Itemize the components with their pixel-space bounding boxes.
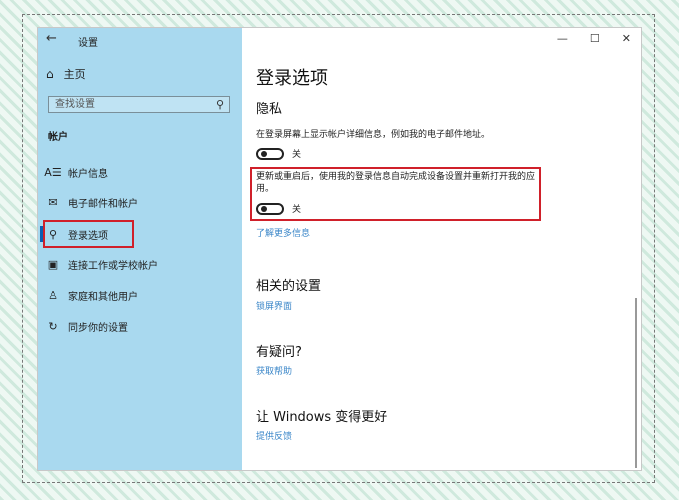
- home-icon: ⌂: [46, 67, 54, 81]
- maximize-icon[interactable]: ☐: [590, 32, 600, 45]
- scrollbar[interactable]: [635, 298, 637, 468]
- toggle-knob: [261, 150, 267, 157]
- app-title: 设置: [78, 38, 98, 49]
- question-heading: 有疑问?: [256, 345, 302, 360]
- home-link[interactable]: ⌂ 主页: [46, 66, 86, 82]
- sidebar-item-label: 帐户信息: [68, 168, 108, 180]
- privacy-heading: 隐私: [256, 102, 283, 117]
- briefcase-icon: ▣: [47, 257, 59, 271]
- sidebar-item-family[interactable]: ♙ 家庭和其他用户: [38, 284, 242, 306]
- close-icon[interactable]: ✕: [622, 32, 631, 45]
- learn-more-link[interactable]: 了解更多信息: [256, 226, 310, 239]
- search-box[interactable]: ⚲: [48, 96, 230, 113]
- sidebar-item-account-info[interactable]: A☰ 帐户信息: [38, 161, 242, 183]
- improve-windows-heading: 让 Windows 变得更好: [256, 410, 388, 425]
- sidebar: ← 设置 ⌂ 主页 ⚲ 帐户 A☰ 帐户信息 ✉ 电子邮件和帐户 ⚲ 登录选项 …: [38, 28, 242, 470]
- sidebar-item-work-school[interactable]: ▣ 连接工作或学校帐户: [38, 253, 242, 275]
- section-label: 帐户: [48, 132, 68, 143]
- setting1-state: 关: [292, 150, 302, 160]
- setting1-toggle[interactable]: [256, 147, 284, 160]
- window-controls: — ☐ ✕: [557, 32, 631, 45]
- settings-window: ← 设置 ⌂ 主页 ⚲ 帐户 A☰ 帐户信息 ✉ 电子邮件和帐户 ⚲ 登录选项 …: [38, 28, 641, 470]
- page-title: 登录选项: [256, 68, 328, 89]
- setting1-toggle-row: 关: [256, 147, 301, 160]
- highlight-box-sign-in: [43, 220, 134, 248]
- back-arrow-icon[interactable]: ←: [46, 31, 57, 46]
- titlebar-left: ← 设置: [38, 28, 242, 52]
- home-label: 主页: [63, 68, 86, 81]
- setting1-description: 在登录屏幕上显示帐户详细信息，例如我的电子邮件地址。: [256, 130, 491, 140]
- person-icon: ♙: [48, 288, 58, 302]
- lock-screen-link[interactable]: 锁屏界面: [256, 299, 292, 312]
- feedback-link[interactable]: 提供反馈: [256, 429, 292, 442]
- minimize-icon[interactable]: —: [557, 32, 568, 45]
- sidebar-item-label: 同步你的设置: [68, 322, 128, 334]
- related-settings-heading: 相关的设置: [256, 279, 322, 294]
- get-help-link[interactable]: 获取帮助: [256, 364, 292, 377]
- sidebar-item-email-accounts[interactable]: ✉ 电子邮件和帐户: [38, 191, 242, 213]
- sidebar-item-label: 家庭和其他用户: [68, 291, 138, 303]
- sync-icon: ↻: [48, 319, 58, 333]
- mail-icon: ✉: [48, 195, 58, 209]
- sidebar-item-sync[interactable]: ↻ 同步你的设置: [38, 315, 242, 337]
- content-pane: — ☐ ✕ 登录选项 隐私 在登录屏幕上显示帐户详细信息，例如我的电子邮件地址。…: [242, 28, 641, 470]
- account-info-icon: A☰: [44, 165, 62, 179]
- search-icon[interactable]: ⚲: [216, 98, 224, 111]
- search-input[interactable]: [49, 98, 207, 111]
- sidebar-item-label: 连接工作或学校帐户: [68, 260, 158, 272]
- sidebar-item-label: 电子邮件和帐户: [68, 198, 138, 210]
- highlight-box-setting2: [250, 167, 541, 221]
